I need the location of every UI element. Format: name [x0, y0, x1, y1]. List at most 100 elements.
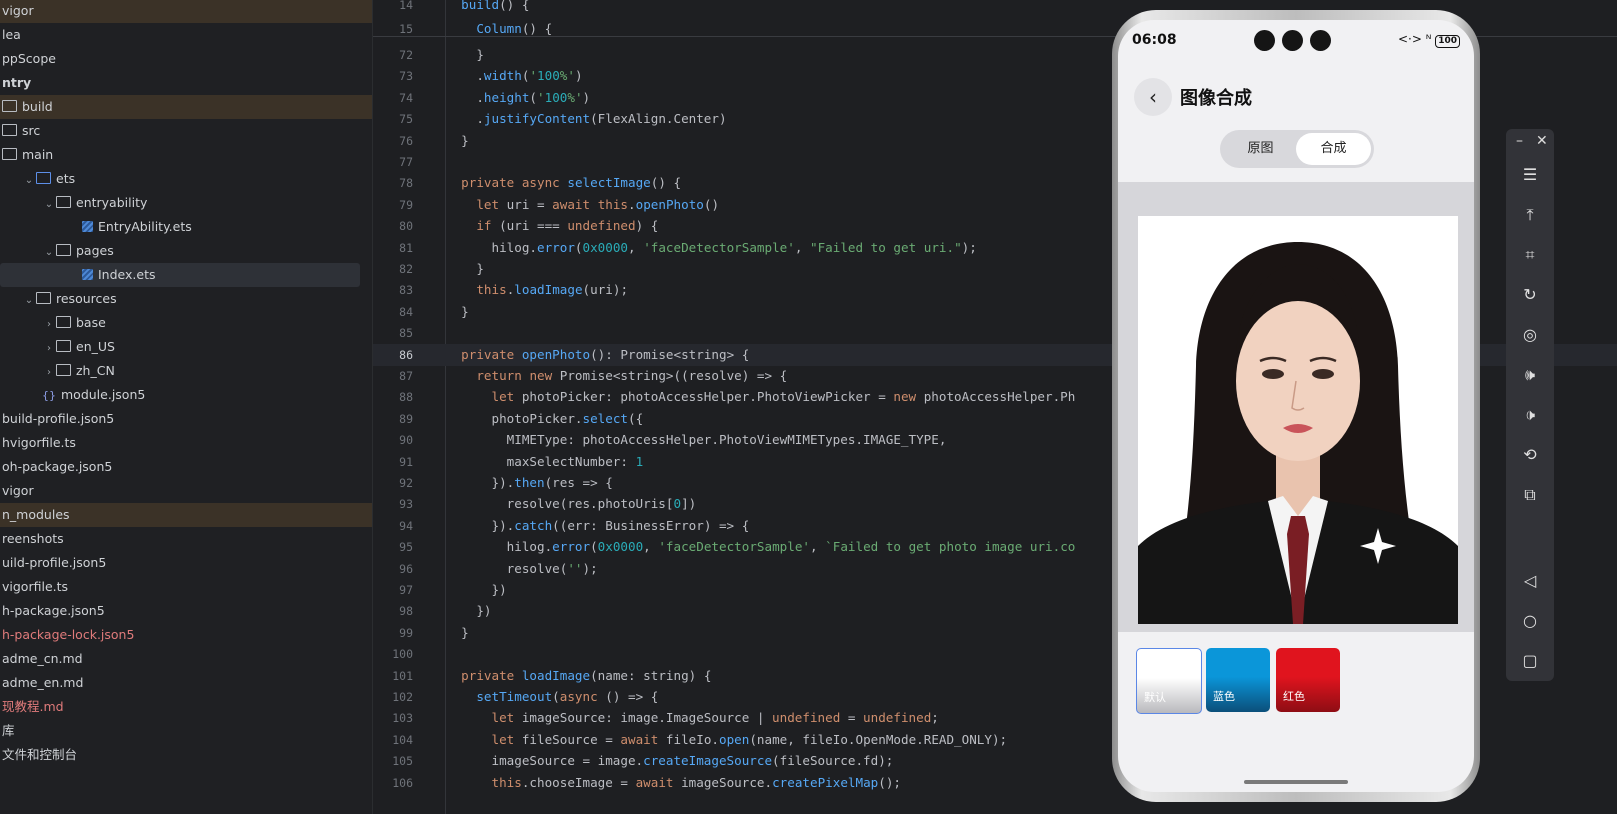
chevron-left-icon: ‹: [1149, 85, 1157, 109]
tree-item-label: build-profile.json5: [2, 411, 115, 426]
tree-item-label: adme_en.md: [2, 675, 84, 690]
tree-item[interactable]: Index.ets: [0, 263, 360, 287]
tree-item[interactable]: 文件和控制台: [0, 743, 372, 767]
volume-up-icon[interactable]: 🕪: [1506, 357, 1554, 393]
code-text: MIMEType: photoAccessHelper.PhotoViewMIM…: [446, 432, 947, 448]
folder-icon: [2, 100, 17, 112]
tab-original[interactable]: 原图: [1223, 133, 1298, 165]
volume-down-icon[interactable]: 🕩: [1506, 397, 1554, 433]
minimize-icon[interactable]: –: [1516, 133, 1523, 149]
tree-item[interactable]: oh-package.json5: [0, 455, 372, 479]
tree-item[interactable]: ⌄ resources: [0, 287, 372, 311]
close-icon[interactable]: ✕: [1536, 133, 1548, 149]
tree-item[interactable]: src: [0, 119, 372, 143]
tree-item-label: h-package-lock.json5: [2, 627, 135, 642]
tree-item[interactable]: vigor: [0, 479, 372, 503]
chevron-down-icon[interactable]: ⌄: [22, 289, 36, 313]
code-text: }: [446, 132, 469, 148]
phone-screen: 06:08 <·> ᴺ 100 ‹ 图像合成 原图 合成 默认 蓝色 红色: [1118, 20, 1474, 792]
line-number: 101: [392, 668, 413, 683]
tree-item[interactable]: hvigorfile.ts: [0, 431, 372, 455]
menu-icon[interactable]: ☰: [1506, 157, 1554, 193]
tree-item[interactable]: build-profile.json5: [0, 407, 372, 431]
screenshot-icon[interactable]: ◎: [1506, 317, 1554, 353]
tree-item-label: uild-profile.json5: [2, 555, 107, 570]
segmented-control: 原图 合成: [1220, 130, 1374, 168]
recents-icon[interactable]: ▢: [1506, 643, 1554, 679]
tree-item[interactable]: {} module.json5: [0, 383, 372, 407]
tree-item[interactable]: › zh_CN: [0, 359, 372, 383]
line-number: 106: [392, 775, 413, 790]
chevron-right-icon[interactable]: ›: [42, 361, 56, 385]
line-number: 103: [392, 711, 413, 726]
chevron-down-icon[interactable]: ⌄: [42, 241, 56, 265]
shake-icon[interactable]: ⟲: [1506, 437, 1554, 473]
code-text: }: [446, 47, 484, 62]
tree-item[interactable]: uild-profile.json5: [0, 551, 372, 575]
code-text: hilog.error(0x0000, 'faceDetectorSample'…: [446, 539, 1076, 555]
swatch-label: 蓝色: [1213, 690, 1235, 703]
line-number: 72: [399, 48, 413, 62]
tree-item[interactable]: 库: [0, 719, 372, 743]
tree-item[interactable]: h-package.json5: [0, 599, 372, 623]
tree-item[interactable]: lea: [0, 23, 372, 47]
tree-item[interactable]: EntryAbility.ets: [0, 215, 372, 239]
code-text: maxSelectNumber: 1: [446, 453, 644, 469]
line-number: 89: [399, 411, 413, 426]
tree-item-label: ntry: [2, 75, 32, 90]
tree-item[interactable]: ⌄ ets: [0, 167, 372, 191]
tree-item[interactable]: n_modules: [0, 503, 372, 527]
multi-window-icon[interactable]: ⧉: [1506, 477, 1554, 513]
line-number: 93: [399, 497, 413, 512]
line-number: 85: [399, 326, 413, 341]
back-button[interactable]: ‹: [1134, 78, 1172, 116]
folder-icon: [56, 244, 71, 256]
tree-item-label: zh_CN: [76, 363, 115, 378]
tree-item[interactable]: build: [0, 95, 372, 119]
folder-icon: [2, 124, 17, 136]
tree-item[interactable]: vigorfile.ts: [0, 575, 372, 599]
tree-item[interactable]: 现教程.md: [0, 695, 372, 719]
back-icon[interactable]: ◁: [1506, 563, 1554, 599]
tree-item-label: lea: [2, 27, 21, 42]
swatch-red[interactable]: 红色: [1276, 648, 1340, 712]
swatch-default[interactable]: 默认: [1136, 648, 1202, 714]
tree-item[interactable]: ntry: [0, 71, 372, 95]
chevron-down-icon[interactable]: ⌄: [42, 193, 56, 217]
tree-item[interactable]: › en_US: [0, 335, 372, 359]
tree-item-label: vigor: [2, 3, 34, 18]
tree-item[interactable]: adme_cn.md: [0, 647, 372, 671]
tree-item[interactable]: ⌄ entryability: [0, 191, 372, 215]
camera-hole-icon: [1254, 30, 1275, 51]
code-text: setTimeout(async () => {: [476, 689, 659, 704]
tree-item[interactable]: main: [0, 143, 372, 167]
chevron-down-icon[interactable]: ⌄: [22, 169, 36, 193]
tree-item[interactable]: adme_en.md: [0, 671, 372, 695]
phone-frame: 06:08 <·> ᴺ 100 ‹ 图像合成 原图 合成 默认 蓝色 红色: [1112, 10, 1480, 802]
tab-composite[interactable]: 合成: [1296, 133, 1371, 165]
line-number: 75: [399, 112, 413, 127]
tree-item[interactable]: vigor: [0, 0, 372, 23]
home-icon[interactable]: ○: [1506, 603, 1554, 639]
tree-item-label: EntryAbility.ets: [98, 219, 192, 234]
chevron-right-icon[interactable]: ›: [42, 313, 56, 337]
line-number: 92: [399, 476, 413, 490]
line-number: 98: [399, 604, 413, 619]
home-indicator[interactable]: [1244, 780, 1348, 784]
code-text: }).then(res => {: [446, 475, 613, 490]
crop-icon[interactable]: ⌗: [1506, 237, 1554, 273]
tree-item[interactable]: ⌄ pages: [0, 239, 372, 263]
code-text: .width('100%'): [446, 68, 583, 84]
rotate-icon[interactable]: ↻: [1506, 277, 1554, 313]
chevron-right-icon[interactable]: ›: [42, 337, 56, 361]
tree-item[interactable]: › base: [0, 311, 372, 335]
pin-top-icon[interactable]: ⤒: [1506, 197, 1554, 233]
tree-item-label: ets: [56, 171, 76, 186]
tree-item[interactable]: h-package-lock.json5: [0, 623, 372, 647]
emulator-toolbar: – ✕ ☰ ⤒ ⌗ ↻ ◎ 🕪 🕩 ⟲ ⧉ ◁ ○ ▢: [1506, 129, 1554, 681]
code-text: return new Promise<string>((resolve) => …: [476, 368, 788, 383]
tree-item[interactable]: ppScope: [0, 47, 372, 71]
swatch-blue[interactable]: 蓝色: [1206, 648, 1270, 712]
tree-item[interactable]: reenshots: [0, 527, 372, 551]
line-number: 76: [399, 133, 413, 148]
